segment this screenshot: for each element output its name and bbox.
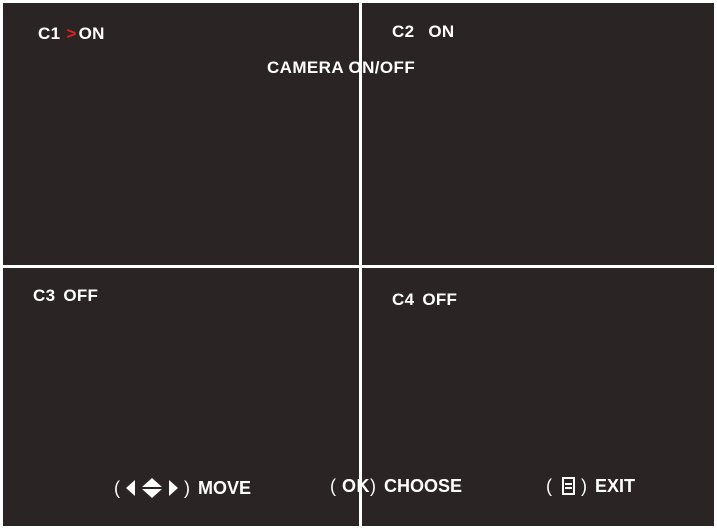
camera-3-name: C3: [33, 286, 56, 305]
menu-icon: [562, 477, 575, 495]
menu-title: CAMERA ON/OFF: [267, 58, 416, 77]
ok-key-label: OK: [342, 476, 370, 496]
arrows-icon: [124, 477, 180, 499]
move-label: MOVE: [198, 478, 252, 498]
exit-label: EXIT: [595, 476, 636, 496]
camera-4-option[interactable]: C4 OFF: [392, 291, 457, 308]
close-paren: ): [581, 476, 587, 496]
open-paren: (: [330, 476, 336, 496]
camera-3-option[interactable]: C3 OFF: [33, 287, 98, 304]
camera-3-state: OFF: [63, 286, 99, 305]
camera-2-option[interactable]: C2 ON: [392, 23, 454, 40]
camera-2-name: C2: [392, 22, 415, 41]
osd-screen: C1 > ON C2 ON C3 OFF C4 OFF CAMERA ON/OFF ( )…: [0, 0, 717, 529]
move-hint: ( ) MOVE: [114, 477, 251, 499]
camera-2-state: ON: [428, 22, 455, 41]
open-paren: (: [546, 476, 552, 496]
camera-1-state: ON: [78, 24, 105, 43]
camera-1-name: C1: [38, 24, 61, 43]
camera-1-option[interactable]: C1 > ON: [38, 25, 105, 42]
open-paren: (: [114, 478, 120, 498]
close-paren: ): [370, 476, 376, 496]
camera-2-view: [362, 3, 714, 265]
close-paren: ): [184, 478, 190, 498]
choose-hint: ( OK ) CHOOSE: [330, 477, 462, 495]
selection-cursor: >: [66, 24, 77, 43]
choose-label: CHOOSE: [384, 476, 463, 496]
camera-4-state: OFF: [422, 290, 458, 309]
camera-4-name: C4: [392, 290, 415, 309]
exit-hint: ( ) EXIT: [546, 477, 635, 495]
